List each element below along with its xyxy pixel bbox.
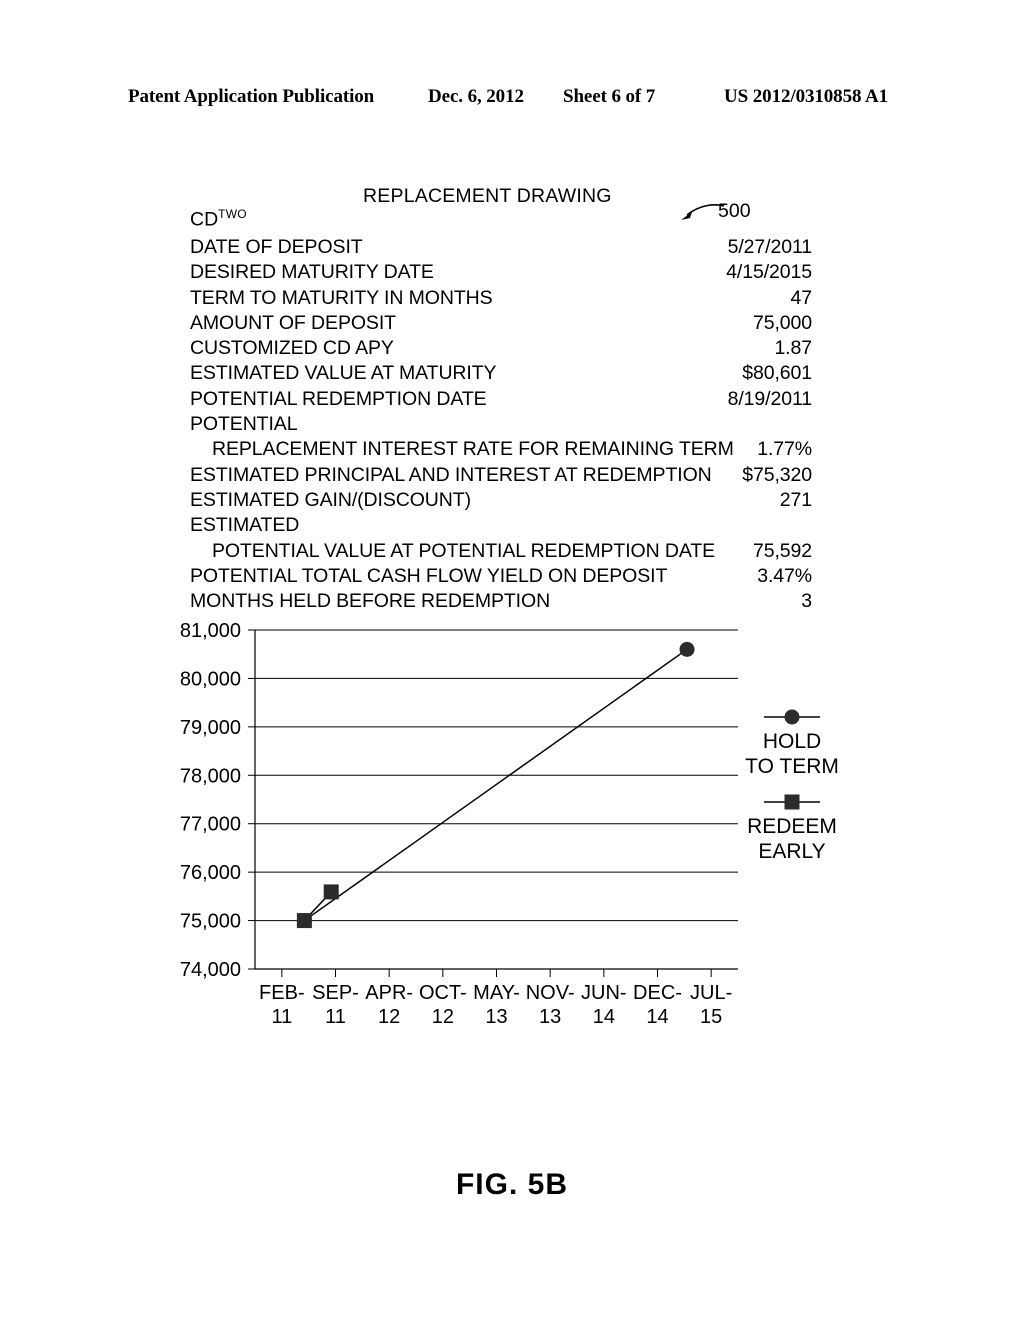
x-axis-tick-label: JUN-	[581, 982, 627, 1004]
value-over-time-chart: 81,000 80,000 79,000 78,000 77,000 76,000 75,0…	[150, 612, 870, 1032]
row-label: ESTIMATED PRINCIPAL AND INTEREST AT REDE…	[190, 463, 712, 486]
x-axis-tick-label: DEC-	[633, 982, 682, 1004]
x-axis-tick-label: 12	[378, 1006, 400, 1028]
row-label: POTENTIAL VALUE AT POTENTIAL REDEMPTION …	[212, 539, 716, 562]
x-axis-tick-label: MAY-	[473, 982, 520, 1004]
row-label: CUSTOMIZED CD APY	[190, 337, 394, 360]
row-label: ESTIMATED	[190, 514, 300, 537]
legend-marker-square	[784, 794, 800, 810]
legend-label: HOLD	[763, 730, 821, 753]
table-row: DESIRED MATURITY DATE 4/15/2015	[190, 261, 812, 286]
table-row: DATE OF DEPOSIT 5/27/2011	[190, 236, 812, 261]
table-row: POTENTIAL VALUE AT POTENTIAL REDEMPTION …	[190, 540, 812, 565]
data-point-marker-circle	[679, 641, 695, 657]
legend-label: TO TERM	[745, 755, 839, 778]
x-axis-tick-label: NOV-	[526, 982, 575, 1004]
legend-label: REDEEM	[747, 815, 837, 838]
row-label: ESTIMATED GAIN/(DISCOUNT)	[190, 488, 471, 511]
row-value: 47	[790, 286, 813, 309]
y-axis-tick-label: 78,000	[180, 765, 241, 787]
row-label: DATE OF DEPOSIT	[190, 236, 363, 258]
row-value: $75,320	[742, 463, 812, 486]
x-axis-tick-label: 11	[271, 1006, 292, 1028]
x-axis-tick-label: 13	[485, 1006, 507, 1028]
table-row: CUSTOMIZED CD APY 1.87	[190, 337, 812, 362]
table-row: REPLACEMENT INTEREST RATE FOR REMAINING …	[190, 438, 812, 463]
table-row: POTENTIAL	[190, 413, 812, 438]
chart-canvas: 81,000 80,000 79,000 78,000 77,000 76,000 75,0…	[180, 620, 839, 1028]
cd-label-superscript: TWO	[218, 207, 247, 221]
x-axis-tick-label: JUL-	[690, 982, 732, 1004]
row-label: POTENTIAL TOTAL CASH FLOW YIELD ON DEPOS…	[190, 564, 668, 587]
x-axis-tick-label: 14	[646, 1006, 668, 1028]
row-value: 4/15/2015	[726, 261, 812, 284]
row-label: AMOUNT OF DEPOSIT	[190, 311, 396, 334]
row-value: $80,601	[742, 362, 812, 385]
row-value: 5/27/2011	[727, 236, 813, 258]
row-label: REPLACEMENT INTEREST RATE FOR REMAINING …	[212, 438, 734, 461]
x-axis-tick-label: APR-	[365, 982, 413, 1004]
y-axis-tick-label: 74,000	[180, 959, 241, 981]
x-axis-tick-label: 12	[432, 1006, 454, 1028]
table-row: POTENTIAL TOTAL CASH FLOW YIELD ON DEPOS…	[190, 565, 812, 590]
legend-label: EARLY	[758, 840, 825, 863]
y-axis-tick-label: 77,000	[180, 814, 241, 836]
y-axis-tick-label: 80,000	[180, 668, 241, 690]
row-value: 1.77%	[757, 438, 812, 461]
data-point-marker-square	[296, 913, 312, 929]
row-value: 271	[779, 488, 812, 511]
row-label: POTENTIAL REDEMPTION DATE	[190, 387, 487, 410]
table-row: TERM TO MATURITY IN MONTHS 47	[190, 287, 812, 312]
row-value: 75,592	[752, 539, 812, 562]
x-axis-tick-label: OCT-	[419, 982, 467, 1004]
y-axis-tick-label: 75,000	[180, 911, 241, 933]
y-axis-tick-label: 76,000	[180, 862, 241, 884]
row-value: 8/19/2011	[727, 387, 813, 410]
row-value: 75,000	[752, 311, 812, 334]
row-value: 3.47%	[757, 564, 812, 587]
table-row: AMOUNT OF DEPOSIT 75,000	[190, 312, 812, 337]
x-axis-tick-label: SEP-	[312, 982, 359, 1004]
legend-marker-circle	[784, 709, 800, 725]
row-value: 3	[801, 590, 812, 613]
series-line	[303, 648, 688, 922]
x-axis-tick-label: 13	[539, 1006, 561, 1028]
row-value: 1.87	[774, 337, 812, 360]
row-label: DESIRED MATURITY DATE	[190, 261, 434, 284]
x-axis-tick-label: 11	[325, 1006, 346, 1028]
row-label: TERM TO MATURITY IN MONTHS	[190, 286, 493, 309]
y-axis-tick-label: 81,000	[180, 620, 241, 642]
data-point-marker-square	[323, 884, 339, 900]
row-label: ESTIMATED VALUE AT MATURITY	[190, 362, 497, 385]
replacement-drawing-title: REPLACEMENT DRAWING	[363, 185, 612, 207]
row-label: MONTHS HELD BEFORE REDEMPTION	[190, 590, 551, 613]
cd-two-label: CDTWO	[190, 207, 247, 232]
table-row: POTENTIAL REDEMPTION DATE 8/19/2011	[190, 388, 812, 413]
x-axis-tick-label: 15	[700, 1006, 722, 1028]
x-axis-tick-label: FEB-	[259, 982, 305, 1004]
row-label: POTENTIAL	[190, 413, 298, 436]
cd-parameter-table: DATE OF DEPOSIT 5/27/2011 DESIRED MATURI…	[190, 236, 812, 615]
cd-label-base: CD	[190, 208, 219, 231]
table-row: ESTIMATED GAIN/(DISCOUNT) 271	[190, 489, 812, 514]
y-axis-tick-label: 79,000	[180, 717, 241, 739]
table-row: ESTIMATED PRINCIPAL AND INTEREST AT REDE…	[190, 464, 812, 489]
figure-5b: REPLACEMENT DRAWING CDTWO 500 DATE OF DE…	[0, 0, 1024, 1320]
table-row: ESTIMATED VALUE AT MATURITY $80,601	[190, 362, 812, 387]
figure-caption: FIG. 5B	[455, 1168, 568, 1201]
table-row: ESTIMATED	[190, 514, 812, 539]
x-axis-tick-label: 14	[593, 1006, 615, 1028]
reference-numeral-500: 500	[718, 200, 751, 222]
